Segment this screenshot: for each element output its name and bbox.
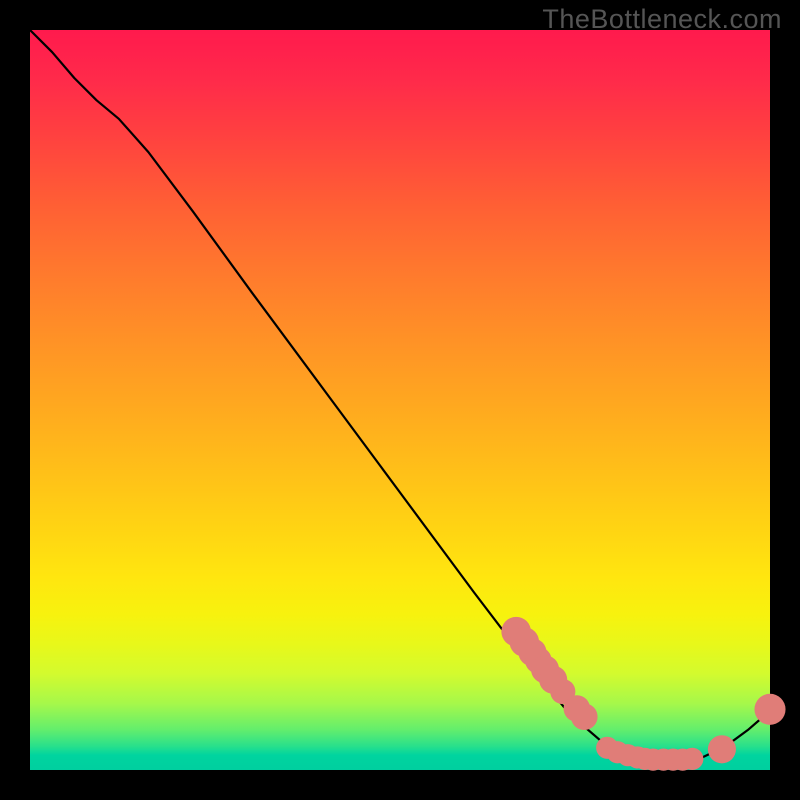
data-markers	[501, 617, 785, 771]
data-marker	[754, 694, 785, 725]
chart-frame: TheBottleneck.com	[0, 0, 800, 800]
data-marker	[681, 748, 703, 770]
chart-svg	[30, 30, 770, 770]
bottleneck-curve	[30, 30, 770, 764]
data-marker	[708, 735, 736, 763]
data-marker	[571, 703, 598, 730]
